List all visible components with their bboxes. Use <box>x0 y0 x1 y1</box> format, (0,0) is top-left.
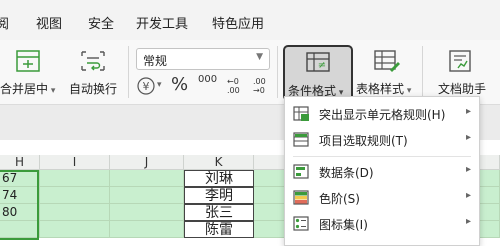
menu-item-label: 数据条(D) <box>319 166 374 180</box>
cell-j4[interactable] <box>110 221 184 238</box>
thousands-separator-button[interactable]: 000 <box>196 74 218 96</box>
merge-center-button[interactable]: 合并居中 ▾ <box>0 40 60 104</box>
document-helper-button[interactable]: 文档助手 <box>430 40 490 104</box>
cell-j2[interactable] <box>110 187 184 204</box>
column-header-k[interactable]: K <box>184 155 254 170</box>
selection-outline <box>0 170 39 240</box>
menu-divider <box>293 156 471 157</box>
cell-k2[interactable]: 李明 <box>184 187 254 204</box>
data-bars-icon <box>293 164 311 183</box>
chevron-right-icon: ▸ <box>465 132 471 143</box>
cell-k4[interactable]: 陈雷 <box>184 221 254 238</box>
cell-i3[interactable] <box>40 204 110 221</box>
menu-item-review[interactable]: 阅 <box>0 13 9 32</box>
chevron-right-icon: ▸ <box>465 164 471 175</box>
document-helper-icon <box>448 50 472 75</box>
column-header-j[interactable]: J <box>110 155 184 170</box>
color-scales-icon <box>293 190 311 209</box>
chevron-down-icon: ▾ <box>404 86 412 96</box>
ribbon-divider <box>277 46 278 98</box>
table-style-label: 表格样式 ▾ <box>356 82 412 96</box>
menu-item-security[interactable]: 安全 <box>88 13 114 32</box>
cell-i2[interactable] <box>40 187 110 204</box>
thousands-icon: 000 <box>198 74 218 85</box>
decrease-decimal-icon: .00 →0 <box>252 76 270 97</box>
currency-format-button[interactable]: ¥ ▾ <box>136 76 166 96</box>
cell-i4[interactable] <box>40 221 110 238</box>
conditional-format-menu: 突出显示单元格规则(H) ▸ 项目选取规则(T) ▸ 数据条(D) ▸ 色阶(S… <box>284 96 480 246</box>
svg-text:.00: .00 <box>227 86 240 94</box>
yen-icon: ¥ <box>136 76 156 99</box>
menu-item-highlight-rules[interactable]: 突出显示单元格规则(H) ▸ <box>285 101 479 127</box>
cell-i1[interactable] <box>40 170 110 187</box>
svg-text:→0: →0 <box>253 86 265 94</box>
menu-item-data-bars[interactable]: 数据条(D) ▸ <box>285 159 479 185</box>
conditional-format-button[interactable]: ≠ 条件格式 ▾ <box>283 45 353 101</box>
chevron-right-icon: ▸ <box>465 190 471 201</box>
highlight-rules-icon <box>293 106 311 125</box>
table-style-button[interactable]: 表格样式 ▾ <box>356 40 420 104</box>
menu-item-top-bottom-rules[interactable]: 项目选取规则(T) ▸ <box>285 127 479 153</box>
chevron-down-icon: ▾ <box>48 86 56 96</box>
menu-item-label: 项目选取规则(T) <box>319 134 408 148</box>
document-helper-label: 文档助手 <box>438 82 487 96</box>
chevron-down-icon: ▾ <box>157 80 162 90</box>
cell-k3[interactable]: 张三 <box>184 204 254 221</box>
conditional-format-icon: ≠ <box>306 52 330 77</box>
number-format-select[interactable]: 常规 ▼ <box>136 48 270 70</box>
merge-center-label: 合并居中 ▾ <box>0 82 56 96</box>
menu-item-developer[interactable]: 开发工具 <box>136 13 188 32</box>
menu-bar: 阅 视图 安全 开发工具 特色应用 <box>0 0 500 40</box>
number-format-value: 常规 <box>143 54 168 68</box>
increase-decimal-icon: ←0 .00 <box>226 76 244 97</box>
menu-item-color-scales[interactable]: 色阶(S) ▸ <box>285 185 479 211</box>
ribbon-divider <box>128 46 129 98</box>
menu-item-label: 突出显示单元格规则(H) <box>319 108 446 122</box>
decrease-decimal-button[interactable]: .00 →0 <box>250 74 272 96</box>
percent-format-button[interactable]: % <box>171 74 189 96</box>
ribbon-divider <box>422 46 423 98</box>
column-header-h[interactable]: H <box>0 155 40 170</box>
icon-sets-icon <box>293 216 311 235</box>
chevron-right-icon: ▸ <box>465 106 471 117</box>
top-bottom-rules-icon <box>293 132 311 151</box>
cell-j3[interactable] <box>110 204 184 221</box>
menu-item-view[interactable]: 视图 <box>36 13 62 32</box>
wrap-text-label: 自动换行 <box>69 82 118 96</box>
svg-text:≠: ≠ <box>318 60 326 71</box>
increase-decimal-button[interactable]: ←0 .00 <box>224 74 246 96</box>
cell-k1[interactable]: 刘琳 <box>184 170 254 187</box>
svg-text:¥: ¥ <box>143 80 150 93</box>
menu-item-label: 图标集(I) <box>319 218 368 232</box>
column-header-i[interactable]: I <box>40 155 110 170</box>
chevron-right-icon: ▸ <box>465 216 471 227</box>
table-style-icon <box>374 50 400 75</box>
svg-text:.00: .00 <box>253 77 266 86</box>
ribbon-toolbar: 合并居中 ▾ 自动换行 常规 ▼ ¥ ▾ % 000 ←0 .00 .00 →0… <box>0 40 500 104</box>
wrap-text-button[interactable]: 自动换行 <box>66 40 122 104</box>
wrap-text-icon <box>80 50 106 75</box>
cell-j1[interactable] <box>110 170 184 187</box>
chevron-down-icon: ▼ <box>256 52 263 62</box>
menu-item-icon-sets[interactable]: 图标集(I) ▸ <box>285 211 479 237</box>
svg-text:←0: ←0 <box>227 77 239 86</box>
menu-item-features[interactable]: 特色应用 <box>212 13 264 32</box>
percent-icon: % <box>171 74 189 95</box>
menu-item-label: 色阶(S) <box>319 192 360 206</box>
merge-center-icon <box>16 50 40 75</box>
